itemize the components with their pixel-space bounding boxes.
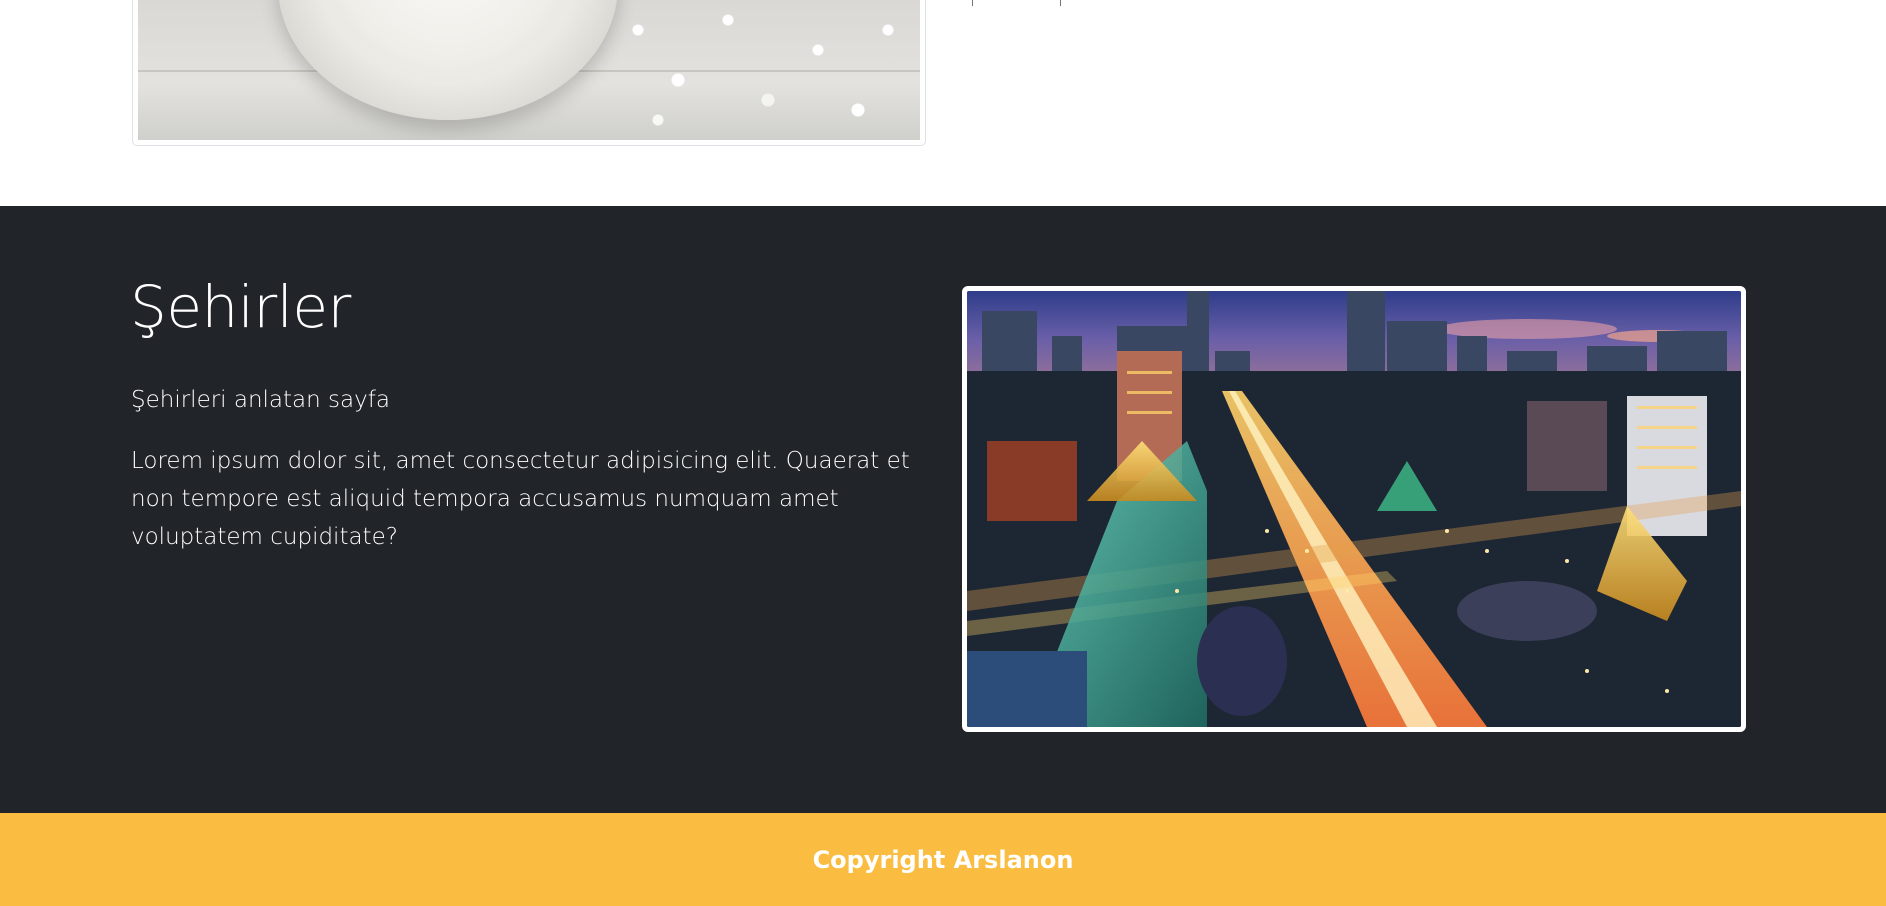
- footer: Copyright Arslanon: [0, 813, 1886, 906]
- divider-marks: [972, 0, 1062, 6]
- city-image-card: [962, 286, 1746, 732]
- page-title: Şehirler: [130, 273, 351, 341]
- section-subtitle: Şehirleri anlatan sayfa: [131, 387, 390, 413]
- coffee-image: [138, 0, 920, 140]
- copyright-text: Copyright Arslanon: [812, 845, 1074, 874]
- coffee-image-card: [132, 0, 926, 146]
- top-section: [0, 0, 1886, 206]
- section-body-text: Lorem ipsum dolor sit, amet consectetur …: [131, 448, 910, 550]
- city-image: [967, 291, 1741, 727]
